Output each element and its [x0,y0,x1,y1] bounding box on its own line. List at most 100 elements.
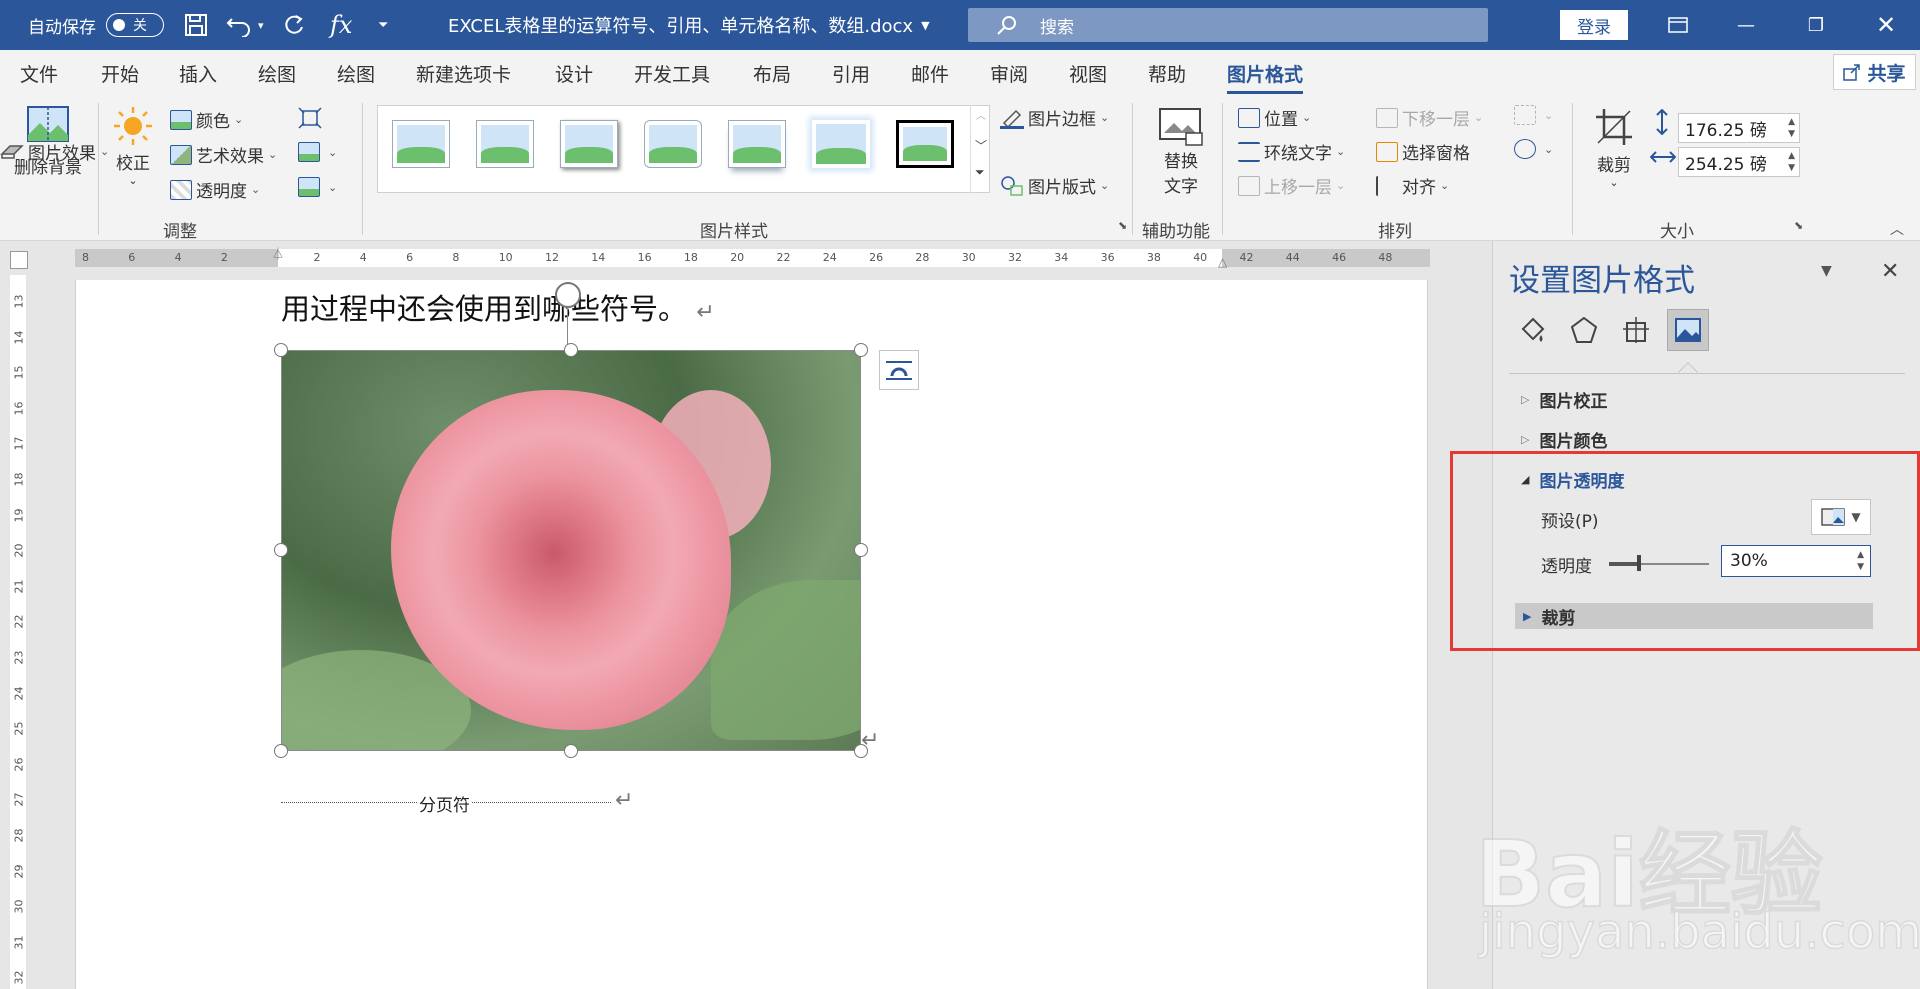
fx-icon[interactable]: fx [330,0,352,50]
minimize-icon[interactable]: — [1716,0,1776,50]
autosave-control[interactable]: 自动保存 关 [28,0,164,50]
transparency-input[interactable]: 30% ▲ ▼ [1721,545,1871,577]
tab-view[interactable]: 视图 [1069,60,1107,87]
selection-pane-button[interactable]: 选择窗格 [1376,139,1470,164]
tab-draw-2[interactable]: 绘图 [337,60,375,87]
horizontal-ruler[interactable]: 8 6 4 2 2 4 6 8 10 12 14 16 18 20 22 24 26 28 30 32 34 36 38 40… [0,241,1495,275]
resize-handle[interactable] [854,543,868,557]
document-title[interactable]: EXCEL表格里的运算符号、引用、单元格名称、数组.docx ▼ [448,0,930,50]
expand-gallery-icon[interactable]: ⏷ [975,165,985,180]
color-button[interactable]: 颜色 ⌄ [170,107,243,132]
tab-help[interactable]: 帮助 [1148,60,1186,87]
rotate-handle-icon[interactable] [555,282,581,308]
restore-icon[interactable]: ❐ [1786,0,1846,50]
resize-handle[interactable] [564,744,578,758]
section-picture-corrections[interactable]: ▷ 图片校正 [1521,387,1607,412]
resize-handle[interactable] [274,543,288,557]
corrections-button[interactable]: 校正 ⌄ [112,105,154,187]
resize-handle[interactable] [564,343,578,357]
picture-style-option[interactable] [392,120,450,168]
picture-style-option[interactable] [644,120,702,168]
document-paragraph[interactable]: 用过程中还会使用到哪些符号。 ↵ [281,286,715,328]
transparency-slider[interactable] [1609,555,1709,571]
tab-developer[interactable]: 开发工具 [634,60,710,87]
chevron-up-icon[interactable]: ︿ [976,107,986,122]
resize-handle[interactable] [274,343,288,357]
slider-thumb[interactable] [1637,555,1641,571]
section-picture-color[interactable]: ▷ 图片颜色 [1521,427,1607,452]
resize-handle[interactable] [274,744,288,758]
chevron-down-icon[interactable]: ﹀ [975,137,987,154]
spinner-arrows-icon[interactable]: ▲ ▼ [1857,549,1864,573]
customize-toolbar-icon[interactable]: ⏷ [378,0,388,50]
preset-dropdown[interactable]: ▼ [1811,499,1871,535]
position-button[interactable]: 位置 ⌄ [1238,105,1311,130]
search-box[interactable]: 搜索 [968,8,1488,42]
picture-style-option[interactable] [476,120,534,168]
picture-style-option[interactable] [896,120,954,168]
picture-icon[interactable] [1667,309,1709,351]
tab-mailings[interactable]: 邮件 [911,60,949,87]
reset-picture-button[interactable]: ⌄ [298,177,337,197]
fill-line-icon[interactable] [1511,309,1553,351]
section-picture-transparency[interactable]: ◢ 图片透明度 [1521,467,1624,492]
group-objects-button[interactable]: ⌄ [1514,105,1553,125]
picture-layout-button[interactable]: 图片版式 ⌄ [1000,173,1109,198]
dialog-launcher-icon[interactable]: ⬊ [1118,219,1127,232]
tab-new-tab[interactable]: 新建选项卡 [416,60,511,87]
rotate-button[interactable]: ⌄ [1514,139,1553,159]
change-picture-button[interactable]: ⌄ [298,142,337,162]
picture-style-option[interactable] [812,120,870,168]
tab-selector-icon[interactable] [10,251,28,269]
indent-marker-icon[interactable]: ⏃ [272,245,284,262]
artistic-effects-button[interactable]: 艺术效果 ⌄ [170,142,277,167]
size-properties-icon[interactable] [1615,309,1657,351]
collapse-ribbon-icon[interactable]: ︿ [1890,219,1904,239]
tab-picture-format[interactable]: 图片格式 [1227,60,1304,94]
alt-text-button[interactable]: 替换 文字 [1158,107,1204,197]
effects-pentagon-icon[interactable] [1563,309,1605,351]
spinner-arrows-icon[interactable]: ▲ ▼ [1788,150,1795,174]
save-icon[interactable] [184,0,208,50]
tab-design[interactable]: 设计 [555,60,593,87]
tab-references[interactable]: 引用 [832,60,870,87]
compress-pictures-icon[interactable] [298,107,322,129]
layout-options-icon[interactable] [879,350,919,390]
tab-review[interactable]: 审阅 [990,60,1028,87]
autosave-toggle[interactable]: 关 [106,13,164,37]
login-button[interactable]: 登录 [1560,10,1628,40]
picture-effects-button[interactable]: 图片效果 ⌄ [0,139,109,164]
tab-draw[interactable]: 绘图 [258,60,296,87]
redo-icon[interactable] [282,0,306,50]
right-indent-marker-icon[interactable]: △ [1218,255,1227,269]
bring-forward-button[interactable]: 上移一层 ⌄ [1238,173,1345,198]
tab-layout[interactable]: 布局 [753,60,791,87]
align-button[interactable]: 对齐 ⌄ [1376,173,1449,198]
pane-options-icon[interactable]: ▼ [1821,263,1832,279]
width-spinner[interactable]: 254.25 磅 ▲ ▼ [1678,147,1800,177]
height-spinner[interactable]: 176.25 磅 ▲ ▼ [1678,113,1800,143]
picture-style-option[interactable] [560,120,618,168]
resize-handle[interactable] [854,343,868,357]
picture-style-option[interactable] [728,120,786,168]
tab-insert[interactable]: 插入 [179,60,217,87]
ribbon-display-options-icon[interactable] [1648,0,1708,50]
close-icon[interactable]: ✕ [1856,0,1916,50]
wrap-text-button[interactable]: 环绕文字 ⌄ [1238,139,1345,164]
share-button[interactable]: 共享 [1833,54,1916,90]
tab-file[interactable]: 文件 [20,60,58,87]
vertical-ruler[interactable]: 13 14 15 16 17 18 19 20 21 22 23 24 25 26 27 28 29 30 31 32 [0,275,34,989]
tab-home[interactable]: 开始 [101,60,139,87]
page-break[interactable]: 分页符 ↵ [281,788,633,816]
section-crop[interactable]: ▶ 裁剪 [1515,603,1873,629]
undo-icon[interactable] [226,0,254,50]
picture-border-button[interactable]: 图片边框 ⌄ [1000,105,1109,130]
transparency-button[interactable]: 透明度 ⌄ [170,177,260,202]
close-icon[interactable]: ✕ [1881,259,1899,284]
send-backward-button[interactable]: 下移一层 ⌄ [1376,105,1483,130]
dialog-launcher-icon[interactable]: ⬊ [1794,219,1803,232]
spinner-arrows-icon[interactable]: ▲ ▼ [1788,116,1795,140]
undo-dropdown-icon[interactable]: ▾ [258,0,264,50]
document-page[interactable]: 用过程中还会使用到哪些符号。 ↵ ↵ 分页符 ↵ [75,280,1428,989]
crop-button[interactable]: 裁剪 ⌄ [1594,107,1634,189]
